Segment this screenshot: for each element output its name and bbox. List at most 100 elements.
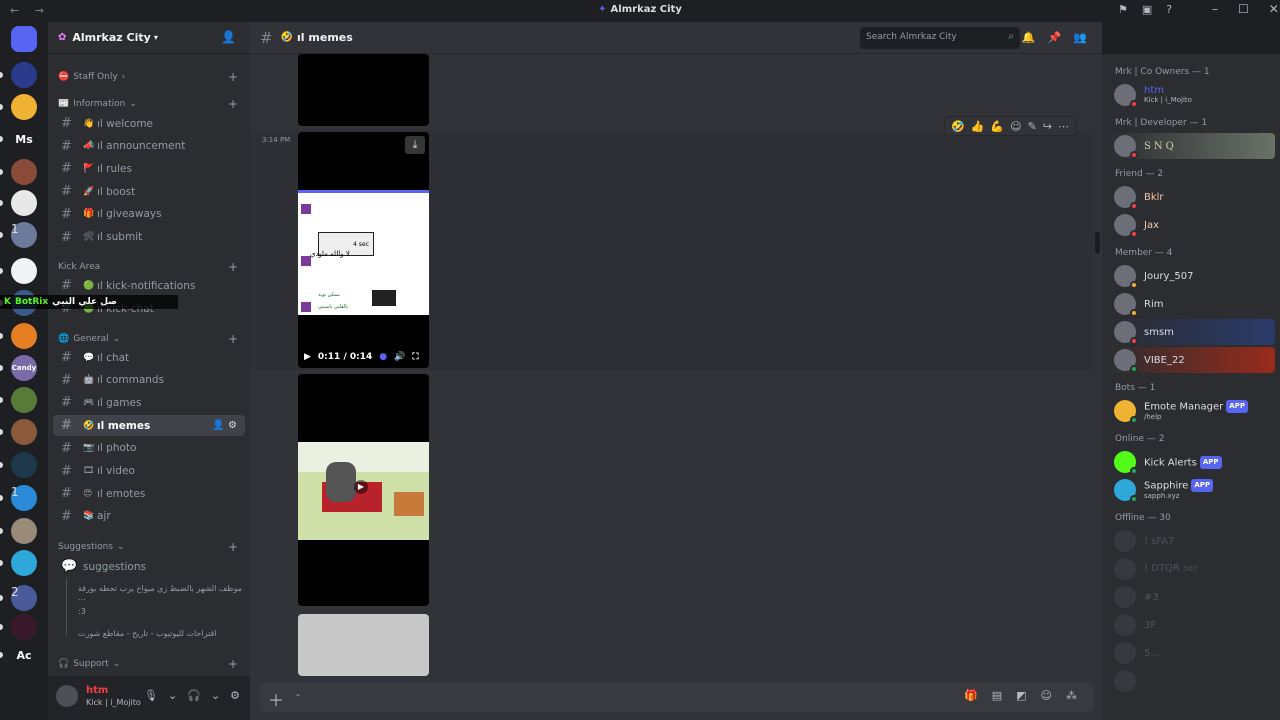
thread-item[interactable]: اقتراحات لليوتيوب - تاريخ - مقاطع شورت <box>78 629 217 638</box>
server-icon[interactable] <box>11 159 37 185</box>
channel-item[interactable]: # 📚 ajr <box>53 506 245 527</box>
more-icon[interactable]: ⋯ <box>1058 120 1069 133</box>
bell-icon[interactable]: 🔔 <box>1022 31 1036 45</box>
server-header[interactable]: ✿ Almrkaz City ▾ 👤 <box>48 22 250 54</box>
thread-item[interactable]: موظف الشهر بالضبط زي ميواخ يرب تحطه بورق… <box>78 584 250 602</box>
add-channel-icon[interactable]: + <box>228 332 238 346</box>
member-item[interactable] <box>1108 668 1275 694</box>
member-item[interactable]: ! sFA7 <box>1108 528 1275 554</box>
add-reaction-icon[interactable]: ☺ <box>1010 120 1021 133</box>
member-item[interactable]: Bklr <box>1108 184 1275 210</box>
gif-icon[interactable]: ▤ <box>992 689 1002 702</box>
maximize-button[interactable]: ☐ <box>1238 2 1249 16</box>
minimize-button[interactable]: – <box>1212 2 1218 16</box>
channel-item[interactable]: # 🎮 ıl games <box>53 392 245 413</box>
download-icon[interactable]: ⤓ <box>405 136 425 154</box>
thread-item[interactable]: :3 <box>78 607 86 616</box>
chevron-down-icon[interactable]: ⌄ <box>168 689 177 702</box>
video-attachment[interactable] <box>298 54 429 126</box>
reaction-thumbs-up-icon[interactable]: 👍 <box>971 120 985 133</box>
play-overlay-icon[interactable]: ▶ <box>354 480 368 494</box>
search-input[interactable]: Search Almrkaz City ⌕ <box>860 27 1020 49</box>
member-item[interactable]: Jax <box>1108 212 1275 238</box>
category-general[interactable]: 🌐 General ⌄ + <box>58 332 238 346</box>
category-support[interactable]: 🎧 Support ⌄ + <box>58 657 238 671</box>
channel-item[interactable]: # 💬 ıl chat <box>53 347 245 368</box>
microphone-icon[interactable]: 🎙 <box>144 689 158 702</box>
add-channel-icon[interactable]: + <box>228 657 238 671</box>
add-channel-icon[interactable]: + <box>228 70 238 84</box>
inbox-icon[interactable]: ▣ <box>1142 3 1152 16</box>
channel-item[interactable]: # 📣 ıl announcement <box>53 136 245 157</box>
add-channel-icon[interactable]: + <box>228 260 238 274</box>
image-attachment[interactable] <box>298 614 429 676</box>
chevron-down-icon[interactable]: ⌄ <box>211 689 220 702</box>
category-staff[interactable]: ⛔ Staff Only › + <box>58 70 238 84</box>
channel-item[interactable]: # 📷 ıl photo <box>53 438 245 459</box>
home-icon[interactable] <box>11 26 37 52</box>
server-icon[interactable] <box>11 387 37 413</box>
forward-icon[interactable]: ↪ <box>1043 120 1052 133</box>
emoji-icon[interactable]: ☺ <box>1041 689 1052 702</box>
add-attachment-button[interactable]: ＋ <box>268 687 284 711</box>
help-icon[interactable]: ? <box>1166 3 1172 16</box>
scrollbar-thumb[interactable] <box>1095 232 1100 254</box>
avatar[interactable] <box>56 685 78 707</box>
sticker-icon[interactable]: ◩ <box>1016 689 1026 702</box>
server-icon[interactable] <box>11 419 37 445</box>
member-item[interactable]: Kick Alerts APP <box>1108 449 1275 475</box>
member-item[interactable]: Joury_507 <box>1108 263 1275 289</box>
add-channel-icon[interactable]: + <box>228 540 238 554</box>
server-icon[interactable] <box>11 258 37 284</box>
server-icon[interactable]: Ac <box>11 642 37 668</box>
play-icon[interactable]: ▶ <box>304 352 311 362</box>
member-item[interactable]: Sapphire APP sapph.xyz <box>1108 477 1275 503</box>
flag-icon[interactable]: ⚑ <box>1118 3 1128 16</box>
video-player[interactable]: ⤓ 4 sec لا والله ماودي ممكن يوبة بالقلبي… <box>298 132 429 368</box>
member-item[interactable]: ! DTQR 507 <box>1108 556 1275 582</box>
server-icon[interactable] <box>11 452 37 478</box>
channel-settings-icon[interactable]: 👤 ⚙ <box>212 420 237 431</box>
member-item[interactable]: Rim <box>1108 291 1275 317</box>
member-item[interactable]: #3 <box>1108 584 1275 610</box>
server-icon[interactable] <box>11 614 37 640</box>
member-item[interactable]: 3F <box>1108 612 1275 638</box>
gift-icon[interactable]: 🎁 <box>964 689 978 702</box>
channel-item[interactable]: # 🤖 ıl commands <box>53 370 245 391</box>
channel-item[interactable]: # 🤣 ıl memes 👤 ⚙ <box>53 415 245 437</box>
server-icon[interactable] <box>11 190 37 216</box>
reaction-laugh-icon[interactable]: 🤣 <box>951 120 965 133</box>
server-icon[interactable] <box>11 323 37 349</box>
channel-item[interactable]: # 👋 ıl welcome <box>53 113 245 134</box>
fullscreen-icon[interactable]: ⛶ <box>412 352 418 362</box>
edit-icon[interactable]: ✎ <box>1028 120 1037 133</box>
member-item[interactable]: smsm <box>1108 319 1275 345</box>
server-icon[interactable] <box>11 518 37 544</box>
channel-item[interactable]: # 🎞 ıl video <box>53 461 245 482</box>
server-icon[interactable] <box>11 62 37 88</box>
channel-item[interactable]: # 🚀 ıl boost <box>53 181 245 202</box>
channel-item[interactable]: # 🎁 ıl giveaways <box>53 204 245 225</box>
member-item[interactable]: SNQ <box>1108 133 1275 159</box>
category-information[interactable]: 📰 Information ⌄ + <box>58 97 238 111</box>
forum-channel-suggestions[interactable]: 💬 suggestions <box>53 556 245 577</box>
video-attachment[interactable]: ▶ <box>298 374 429 606</box>
server-icon[interactable]: Ms <box>11 126 37 152</box>
headphones-icon[interactable]: 🎧 <box>187 689 201 702</box>
member-list-icon[interactable]: 👥 <box>1073 31 1087 45</box>
server-icon[interactable] <box>11 550 37 576</box>
category-kick[interactable]: Kick Area + <box>58 260 238 274</box>
member-item[interactable]: htm Kick | i_Mojito <box>1108 82 1275 108</box>
member-item[interactable]: VIBE_22 <box>1108 347 1275 373</box>
server-icon[interactable]: Candy <box>11 355 37 381</box>
volume-icon[interactable]: 🔊 <box>394 352 405 362</box>
channel-item[interactable]: # 🚩 ıl rules <box>53 158 245 179</box>
server-icon[interactable] <box>11 94 37 120</box>
reaction-muscle-icon[interactable]: 💪 <box>990 120 1004 133</box>
settings-gear-icon[interactable]: ⚙ <box>230 689 240 702</box>
member-item[interactable]: 5... <box>1108 640 1275 666</box>
channel-item[interactable]: # 😍 ıl emotes <box>53 483 245 504</box>
member-item[interactable]: Emote Manager APP/help <box>1108 398 1275 424</box>
apps-icon[interactable]: ⁂ <box>1066 689 1077 702</box>
channel-item[interactable]: # 🛠 ıl submit <box>53 227 245 248</box>
